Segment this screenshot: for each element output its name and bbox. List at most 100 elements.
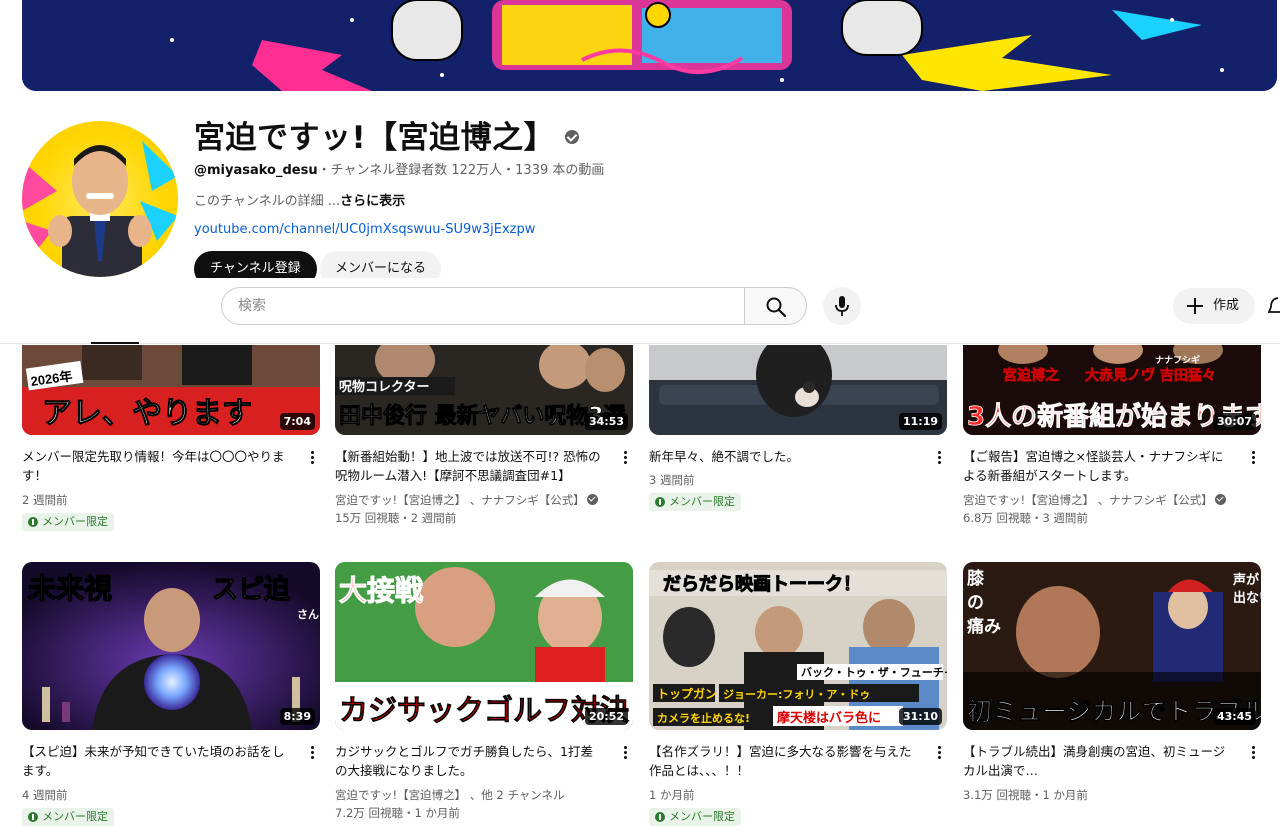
channel-link[interactable]: youtube.com/channel/UC0jmXsqswuu-SU9w3jE… (194, 222, 535, 237)
video-duration: 30:07 (1212, 413, 1256, 430)
video-title[interactable]: 【新番組始動！】地上波では放送不可!? 恐怖の呪物ルーム潜入!【摩訶不思議調査団… (335, 447, 605, 485)
video-title[interactable]: メンバー限定先取り情報！今年は〇〇〇やります！ (22, 447, 292, 485)
video-item[interactable]: 11:19 新年早々、絶不調でした。 3 週間前 メンバー限定 (649, 345, 949, 535)
create-label: 作成 (1213, 298, 1240, 313)
video-item[interactable]: 大接戦 カジサックゴルフ対決 20:52 カジサックとゴルフでガチ勝負したら、1… (335, 562, 635, 832)
channel-avatar[interactable] (22, 121, 178, 277)
show-more-link[interactable]: さらに表示 (340, 194, 405, 209)
thumb-movie-4: カメラを止めるな! (657, 711, 750, 725)
thumbnail-image: だらだら映画トーーク！ バック・トゥ・ザ・フューチャー トップガン ジョーカー:… (649, 562, 947, 730)
more-vert-icon[interactable] (1243, 449, 1263, 469)
channel-stats: ・チャンネル登録者数 122万人・1339 本の動画 (317, 163, 605, 178)
more-vert-icon[interactable] (1243, 744, 1263, 764)
video-duration: 8:39 (279, 708, 315, 725)
video-title[interactable]: 【スピ迫】未来が予知できていた頃のお話をします。 (22, 742, 292, 780)
thumb-movie-2: トップガン (657, 686, 717, 701)
video-title[interactable]: 新年早々、絶不調でした。 (649, 447, 919, 466)
video-thumbnail[interactable]: 11:19 (649, 345, 947, 435)
thumb-caption: 膝 (967, 568, 985, 589)
video-title[interactable]: 【名作ズラリ！】宮迫に多大なる影響を与えた作品とは、、、！！ (649, 742, 919, 780)
video-item[interactable]: 2026年 アレ、やります 7:04 メンバー限定先取り情報！今年は〇〇〇やりま… (22, 345, 322, 535)
video-duration: 11:19 (898, 413, 942, 430)
thumb-caption-small: 呪物コレクター (339, 379, 429, 395)
video-title[interactable]: カジサックとゴルフでガチ勝負したら、1打差の大接戦になりました。 (335, 742, 605, 780)
more-vert-icon[interactable] (615, 449, 635, 469)
video-thumbnail[interactable]: 大接戦 カジサックゴルフ対決 20:52 (335, 562, 633, 730)
plus-icon (1187, 298, 1203, 314)
members-only-badge: メンバー限定 (649, 808, 741, 826)
video-channel-line[interactable]: 宮迫ですッ!【宮迫博之】 、他 2 チャンネル (335, 786, 565, 804)
channel-handle: @miyasako_desu (194, 163, 318, 178)
search-icon (766, 297, 786, 317)
video-duration: 43:45 (1212, 708, 1256, 725)
channel-name: 宮迫ですッ!【宮迫博之】 (194, 120, 556, 156)
verified-icon (586, 494, 598, 505)
thumbnail-image: 未来視 スピ迫 さん (22, 562, 320, 730)
video-duration: 31:10 (898, 708, 942, 725)
create-button[interactable]: 作成 (1173, 288, 1255, 324)
thumb-caption: アレ、やります (42, 396, 252, 431)
banner-art (22, 0, 1277, 91)
avatar-image (22, 141, 178, 277)
thumbnail-image: 膝 の 痛み 声が 出ない… 初ミュージカルでトラブル続出 (963, 562, 1261, 730)
verified-icon (1214, 494, 1226, 505)
masthead: 検索 作成 (0, 278, 1280, 344)
members-only-badge: メンバー限定 (22, 513, 114, 531)
video-meta: 7.2万 回視聴・1 か月前 (335, 806, 460, 820)
video-thumbnail[interactable]: 未来視 スピ迫 さん 8:39 (22, 562, 320, 730)
channel-title: 宮迫ですッ!【宮迫博之】 (194, 112, 580, 157)
video-item[interactable]: 呪物コレクター 田中俊行 最新ヤバい呪物3選 34:53 【新番組始動！】地上波… (335, 345, 635, 535)
video-item[interactable]: 未来視 スピ迫 さん 8:39 【スピ迫】未来が予知できていた頃のお話をします。… (22, 562, 322, 832)
more-vert-icon[interactable] (615, 744, 635, 764)
thumb-movie-1: バック・トゥ・ザ・フューチャー (801, 666, 947, 679)
more-vert-icon[interactable] (302, 744, 322, 764)
video-channel-line[interactable]: 宮迫ですッ!【宮迫博之】 、ナナフシギ【公式】 (963, 491, 1229, 509)
more-vert-icon[interactable] (929, 449, 949, 469)
video-meta: 6.8万 回視聴・3 週間前 (963, 511, 1088, 525)
video-thumbnail[interactable]: 呪物コレクター 田中俊行 最新ヤバい呪物3選 34:53 (335, 345, 633, 435)
description-prefix: このチャンネルの詳細 ... (194, 194, 341, 209)
video-item[interactable]: 膝 の 痛み 声が 出ない… 初ミュージカルでトラブル続出 43:45 【トラブ… (963, 562, 1263, 832)
video-title[interactable]: 【トラブル続出】満身創痍の宮迫、初ミュージカル出演で… (963, 742, 1233, 780)
members-only-badge: メンバー限定 (649, 493, 741, 511)
video-thumbnail[interactable]: 膝 の 痛み 声が 出ない… 初ミュージカルでトラブル続出 43:45 (963, 562, 1261, 730)
thumb-caption: 未来視 (28, 572, 112, 605)
video-duration: 34:53 (584, 413, 628, 430)
video-channel-line[interactable]: 宮迫ですッ!【宮迫博之】 、ナナフシギ【公式】 (335, 491, 601, 509)
thumb-caption-b: 痛み (967, 616, 1001, 637)
bell-icon[interactable] (1268, 295, 1280, 317)
video-title[interactable]: 【ご報告】宮迫博之×怪談芸人・ナナフシギによる新番組がスタートします。 (963, 447, 1233, 485)
video-meta: 2 週間前 (22, 493, 68, 507)
video-thumbnail[interactable]: だらだら映画トーーク！ バック・トゥ・ザ・フューチャー トップガン ジョーカー:… (649, 562, 947, 730)
search-button[interactable] (744, 287, 807, 325)
video-meta: 3.1万 回視聴・1 か月前 (963, 788, 1088, 802)
channel-line-text: 宮迫ですッ!【宮迫博之】 、ナナフシギ【公式】 (335, 493, 585, 507)
thumb-name-1: 宮迫博之 (1003, 367, 1059, 384)
video-duration: 7:04 (279, 413, 315, 430)
thumb-caption-2b: 出ない… (1233, 590, 1261, 606)
channel-banner (22, 0, 1277, 91)
mic-icon (835, 296, 849, 316)
thumbnail-image: 大接戦 カジサックゴルフ対決 (335, 562, 633, 730)
thumb-caption: 田中俊行 最新ヤバい呪物3選 (339, 403, 626, 429)
video-thumbnail[interactable]: 宮迫博之 大赤見ノヴ 吉田猛々 ナナフシギ 3人の新番組が始まります 30:07 (963, 345, 1261, 435)
video-item[interactable]: 宮迫博之 大赤見ノヴ 吉田猛々 ナナフシギ 3人の新番組が始まります 30:07… (963, 345, 1263, 535)
thumb-caption-2: スピ迫 (212, 575, 291, 605)
video-meta: 1 か月前 (649, 788, 695, 802)
voice-search-button[interactable] (823, 287, 861, 325)
video-item[interactable]: だらだら映画トーーク！ バック・トゥ・ザ・フューチャー トップガン ジョーカー:… (649, 562, 949, 832)
search-input[interactable]: 検索 (221, 287, 745, 325)
thumb-small: ナナフシギ (1155, 354, 1200, 366)
thumb-movie-5: 摩天楼はバラ色に (777, 710, 881, 726)
channel-description[interactable]: このチャンネルの詳細 ...さらに表示 (194, 190, 405, 209)
video-meta: 4 週間前 (22, 788, 68, 802)
more-vert-icon[interactable] (929, 744, 949, 764)
video-meta: 15万 回視聴・2 週間前 (335, 511, 457, 525)
thumb-caption: 大接戦 (339, 574, 423, 607)
verified-icon (565, 129, 580, 144)
more-vert-icon[interactable] (302, 449, 322, 469)
video-duration: 20:52 (584, 708, 628, 725)
active-tab-indicator (91, 342, 139, 344)
video-thumbnail[interactable]: 2026年 アレ、やります 7:04 (22, 345, 320, 435)
thumb-caption: だらだら映画トーーク！ (663, 573, 861, 595)
